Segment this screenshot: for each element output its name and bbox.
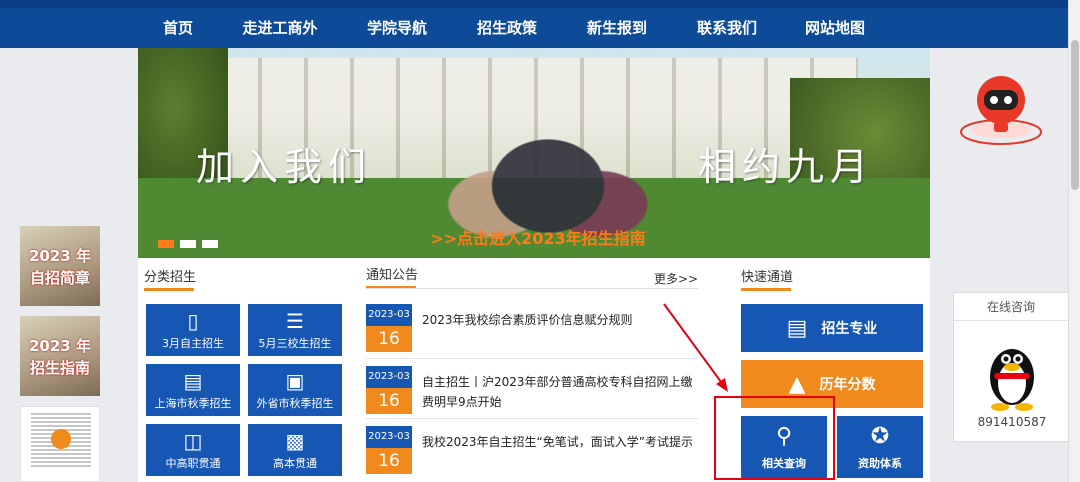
nav-colleges[interactable]: 学院导航	[342, 8, 452, 48]
category-label: 外省市秋季招生	[256, 396, 334, 410]
news-date-day: 16	[366, 388, 412, 414]
brochure-image	[20, 226, 100, 306]
news-item[interactable]: 2023-03 16 2023年我校综合素质评价信息赋分规则	[366, 304, 698, 356]
nav-about[interactable]: 走进工商外	[218, 8, 342, 48]
carousel-dots	[158, 240, 218, 248]
consult-title: 在线咨询	[954, 293, 1068, 321]
news-divider	[366, 288, 698, 289]
banner-slogan-left: 加入我们	[196, 145, 373, 189]
quick-major-label: 招生专业	[821, 321, 878, 337]
news-separator	[366, 418, 698, 419]
award-icon: ✪	[870, 423, 890, 449]
quick-aid-label: 资助体系	[858, 456, 902, 470]
float-qr-code[interactable]	[20, 406, 100, 482]
nav-contact[interactable]: 联系我们	[672, 8, 782, 48]
float-guide-card[interactable]: 2023 年 招生指南	[20, 316, 100, 396]
news-item[interactable]: 2023-03 16 自主招生丨沪2023年部分普通高校专科自招网上缴费明早9点…	[366, 366, 698, 418]
scrollbar-thumb[interactable]	[1071, 40, 1079, 190]
carousel-dot-1[interactable]	[158, 240, 174, 248]
category-label: 高本贯通	[273, 456, 317, 470]
category-other-province-button[interactable]: ▣ 外省市秋季招生	[248, 364, 342, 416]
news-item[interactable]: 2023-03 16 我校2023年自主招生“免笔试，面试入学”考试提示	[366, 426, 698, 478]
category-may-button[interactable]: ☰ 5月三校生招生	[248, 304, 342, 356]
quick-scores-label: 历年分数	[819, 377, 876, 393]
category-label: 3月自主招生	[162, 336, 224, 350]
quick-major-button[interactable]: ▤ 招生专业	[741, 304, 923, 352]
document-icon: ▤	[183, 368, 203, 393]
news-separator	[366, 358, 698, 359]
chart-icon: ▲	[788, 371, 806, 397]
books-icon: ☰	[286, 308, 304, 333]
category-label: 中高职贯通	[165, 456, 221, 470]
guide-image	[20, 316, 100, 396]
news-date: 2023-03 16	[366, 366, 412, 414]
categories-grid: ▯ 3月自主招生 ☰ 5月三校生招生 ▤ 上海市秋季招生 ▣ 外省市秋季招生 ◫…	[146, 304, 342, 476]
news-link[interactable]: 我校2023年自主招生“免笔试，面试入学”考试提示	[422, 426, 698, 478]
news-more-link[interactable]: 更多>>	[654, 270, 698, 287]
page-scrollbar[interactable]	[1068, 0, 1080, 482]
news-date-month: 2023-03	[366, 366, 412, 388]
brochure-line2: 自招简章	[29, 269, 90, 287]
guide-line1: 2023 年	[29, 337, 91, 355]
carousel-dot-2[interactable]	[180, 240, 196, 248]
id-badge-icon: ▤	[786, 315, 808, 341]
quick-title: 快速通道	[741, 270, 794, 285]
brochure-line1: 2023 年	[29, 247, 91, 265]
nav-admission-policy[interactable]: 招生政策	[452, 8, 562, 48]
nav-freshmen[interactable]: 新生报到	[562, 8, 672, 48]
category-high-bachelor-button[interactable]: ▩ 高本贯通	[248, 424, 342, 476]
news-link[interactable]: 2023年我校综合素质评价信息赋分规则	[422, 304, 698, 356]
quick-aid-button[interactable]: ✪ 资助体系	[837, 416, 923, 478]
news-date: 2023-03 16	[366, 304, 412, 352]
categories-title: 分类招生	[144, 270, 197, 285]
banner-guide-link[interactable]: >>点击进入2023年招生指南	[408, 226, 668, 252]
news-title: 通知公告	[366, 268, 419, 283]
book-icon: ▯	[187, 308, 199, 333]
qr-logo-icon	[51, 429, 71, 449]
banner-slogan-right: 相约九月	[698, 145, 875, 189]
open-book-icon: ◫	[183, 428, 203, 453]
nav-home[interactable]: 首页	[138, 8, 218, 48]
qq-penguin-icon	[990, 349, 1034, 411]
news-date-day: 16	[366, 326, 412, 352]
annotation-highlight-box	[714, 396, 835, 480]
hero-banner[interactable]: 加入我们 相约九月 >>点击进入2023年招生指南	[138, 48, 930, 258]
robot-assistant-icon[interactable]	[956, 70, 1046, 150]
category-label: 上海市秋季招生	[154, 396, 232, 410]
news-date-month: 2023-03	[366, 304, 412, 326]
news-link[interactable]: 自主招生丨沪2023年部分普通高校专科自招网上缴费明早9点开始	[422, 366, 698, 418]
category-march-button[interactable]: ▯ 3月自主招生	[146, 304, 240, 356]
quick-underline	[741, 288, 791, 291]
category-vocational-button[interactable]: ◫ 中高职贯通	[146, 424, 240, 476]
nav-sitemap[interactable]: 网站地图	[782, 8, 888, 48]
news-date-month: 2023-03	[366, 426, 412, 448]
id-card-icon: ▩	[285, 428, 305, 453]
float-brochure-card[interactable]: 2023 年 自招简章	[20, 226, 100, 306]
consult-number[interactable]: 891410587	[954, 415, 1070, 429]
open-book-icon: ▣	[285, 368, 305, 393]
category-label: 5月三校生招生	[258, 336, 332, 350]
guide-line2: 招生指南	[29, 359, 90, 377]
category-shanghai-autumn-button[interactable]: ▤ 上海市秋季招生	[146, 364, 240, 416]
online-consult-panel[interactable]: 在线咨询 891410587	[953, 292, 1069, 442]
top-nav: 首页 走进工商外 学院导航 招生政策 新生报到 联系我们 网站地图	[0, 0, 1068, 48]
news-date: 2023-03 16	[366, 426, 412, 474]
news-date-day: 16	[366, 448, 412, 474]
categories-underline	[144, 288, 194, 291]
nav-items: 首页 走进工商外 学院导航 招生政策 新生报到 联系我们 网站地图	[138, 8, 928, 48]
carousel-dot-3[interactable]	[202, 240, 218, 248]
